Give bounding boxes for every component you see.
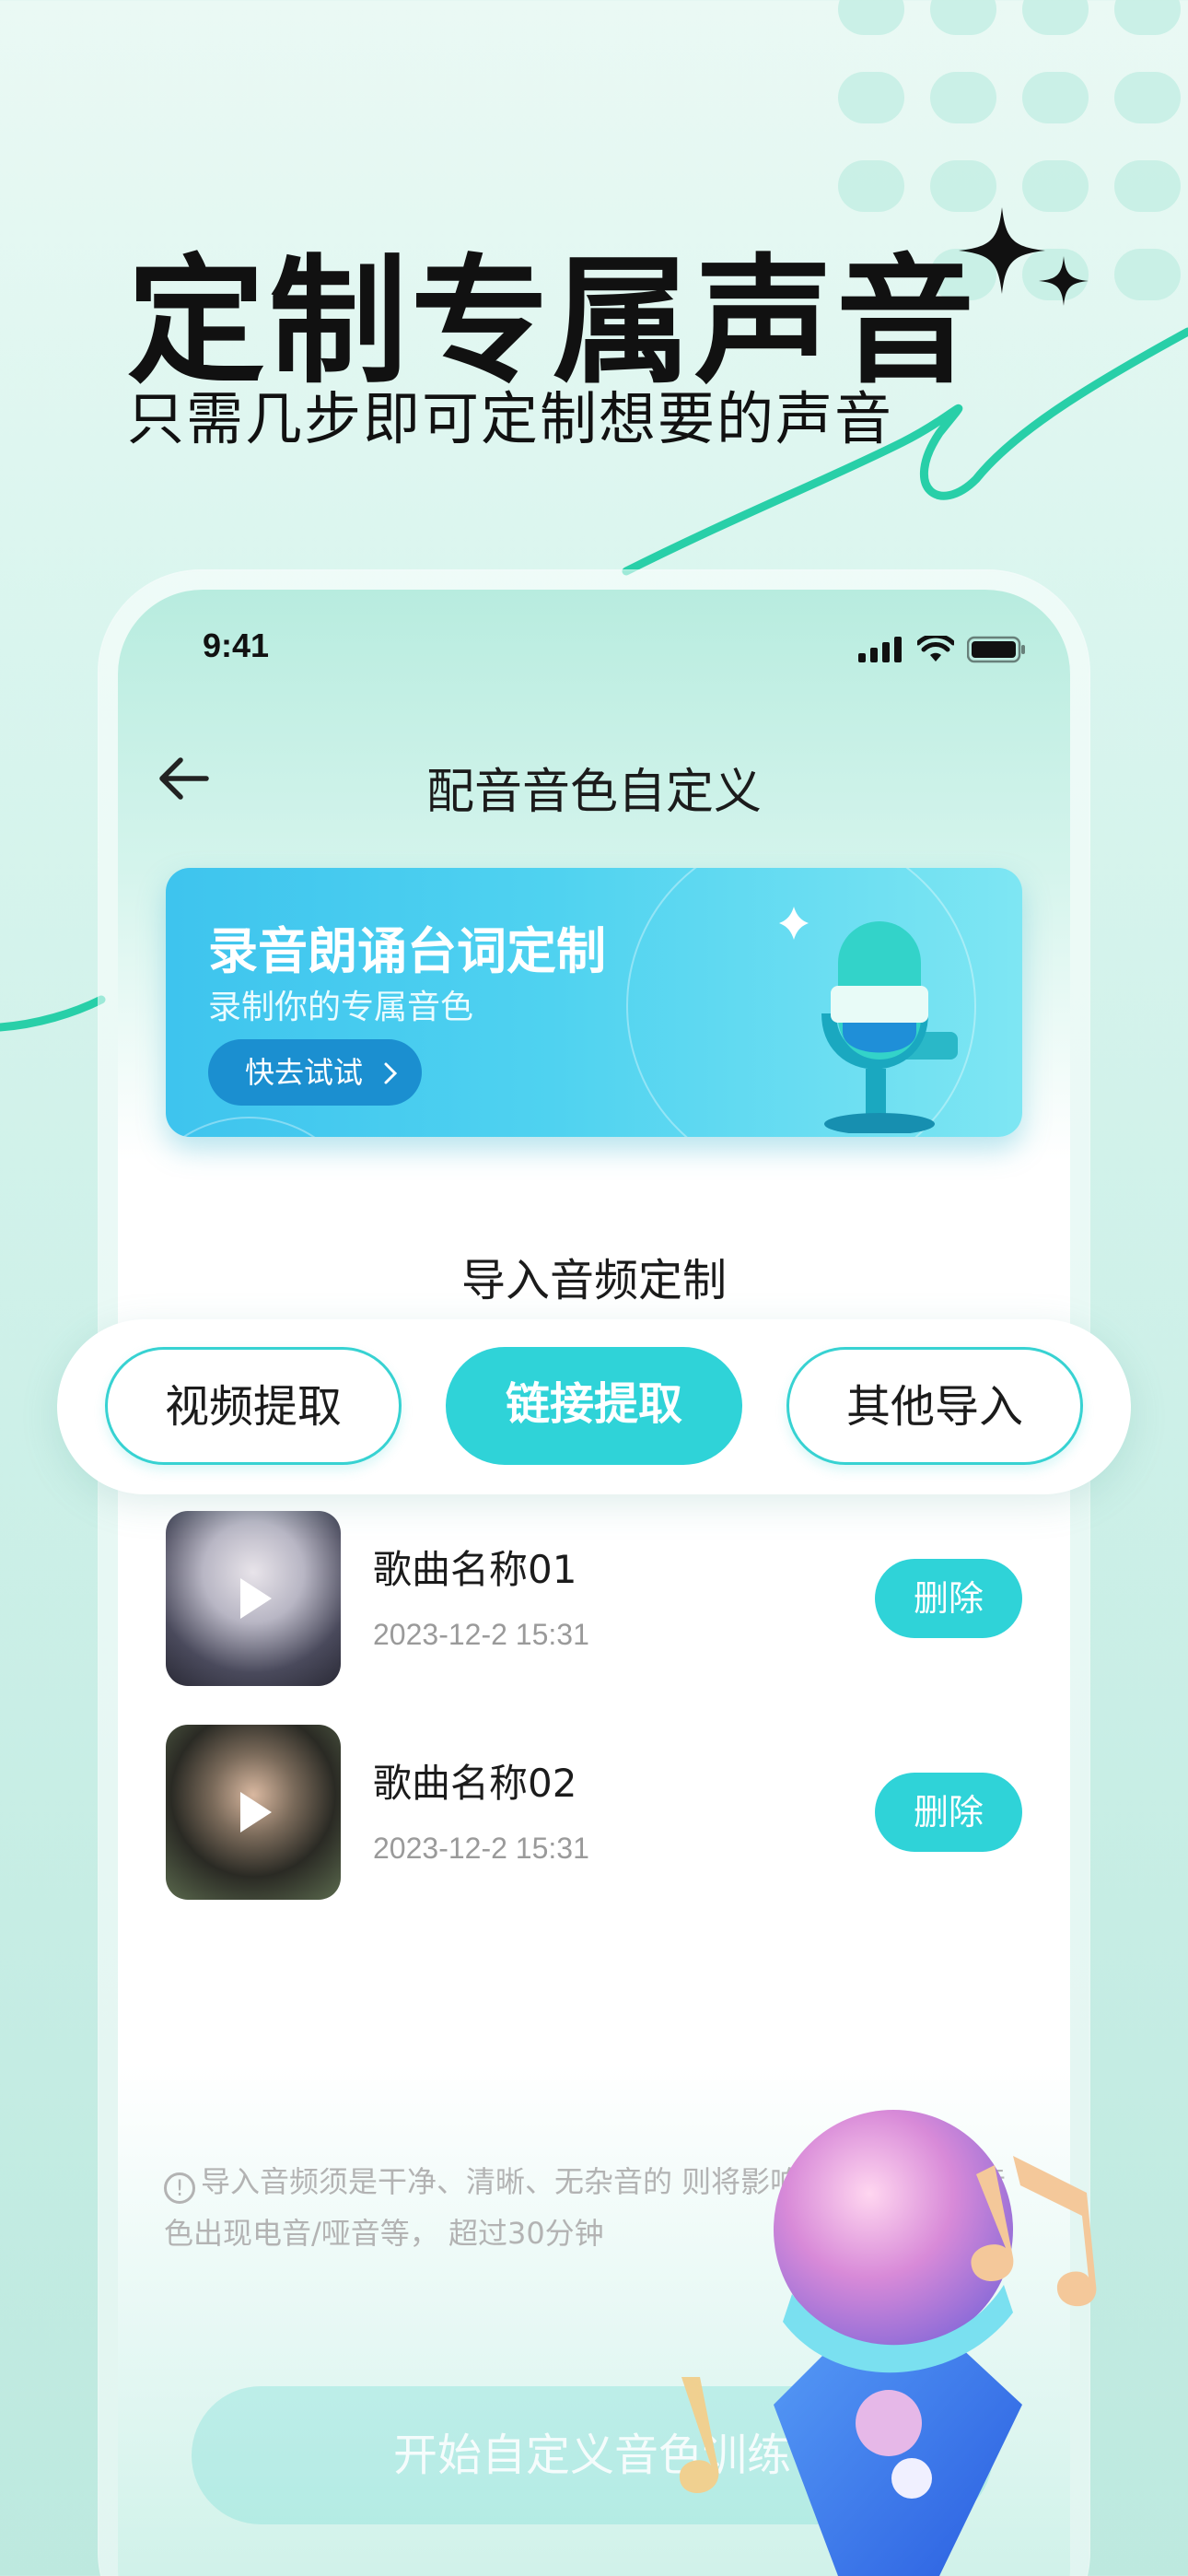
banner-subtitle: 录制你的专属音色 [208, 989, 474, 1026]
microphone-icon [779, 907, 958, 1133]
song-thumbnail[interactable] [166, 1725, 341, 1900]
info-icon: ! [164, 2172, 195, 2204]
status-bar: 9:41 [118, 610, 1070, 684]
page-title: 配音音色自定义 [425, 765, 762, 820]
status-icons [858, 636, 1026, 663]
battery-icon [967, 636, 1025, 663]
delete-button[interactable]: 删除 [875, 1559, 1022, 1638]
nav-bar: 配音音色自定义 [118, 732, 1070, 825]
song-name: 歌曲名称01 [373, 1547, 577, 1592]
tab-video-extract[interactable]: 视频提取 [105, 1347, 402, 1465]
tab-link-extract[interactable]: 链接提取 [446, 1347, 742, 1465]
microphone-illustration-icon [679, 2110, 1097, 2576]
sparkle-icon [959, 207, 1089, 306]
song-time: 2023-12-2 15:31 [373, 1832, 589, 1865]
banner-title: 录音朗诵台词定制 [208, 922, 606, 980]
song-thumbnail[interactable] [166, 1511, 341, 1686]
signal-icon [858, 637, 902, 662]
delete-button[interactable]: 删除 [875, 1773, 1022, 1852]
song-time: 2023-12-2 15:31 [373, 1618, 589, 1651]
chevron-right-icon [384, 1062, 398, 1084]
import-tab-bar: 视频提取 链接提取 其他导入 [57, 1319, 1131, 1494]
play-icon[interactable] [227, 1573, 279, 1624]
record-banner[interactable]: 录音朗诵台词定制 录制你的专属音色 快去试试 [166, 868, 1022, 1137]
list-item: 歌曲名称02 2023-12-2 15:31 删除 [166, 1725, 1022, 1900]
try-now-button[interactable]: 快去试试 [208, 1039, 422, 1106]
status-time: 9:41 [203, 626, 270, 664]
wifi-icon [917, 636, 954, 662]
tab-other-import[interactable]: 其他导入 [786, 1347, 1083, 1465]
play-icon[interactable] [227, 1786, 279, 1838]
hero-subtitle: 只需几步即可定制想要的声音 [127, 385, 894, 452]
list-item: 歌曲名称01 2023-12-2 15:31 删除 [166, 1511, 1022, 1686]
try-now-label: 快去试试 [245, 1055, 364, 1090]
section-title: 导入音频定制 [460, 1255, 727, 1306]
banner-circle-decoration [166, 1117, 368, 1137]
song-name: 歌曲名称02 [373, 1761, 577, 1806]
